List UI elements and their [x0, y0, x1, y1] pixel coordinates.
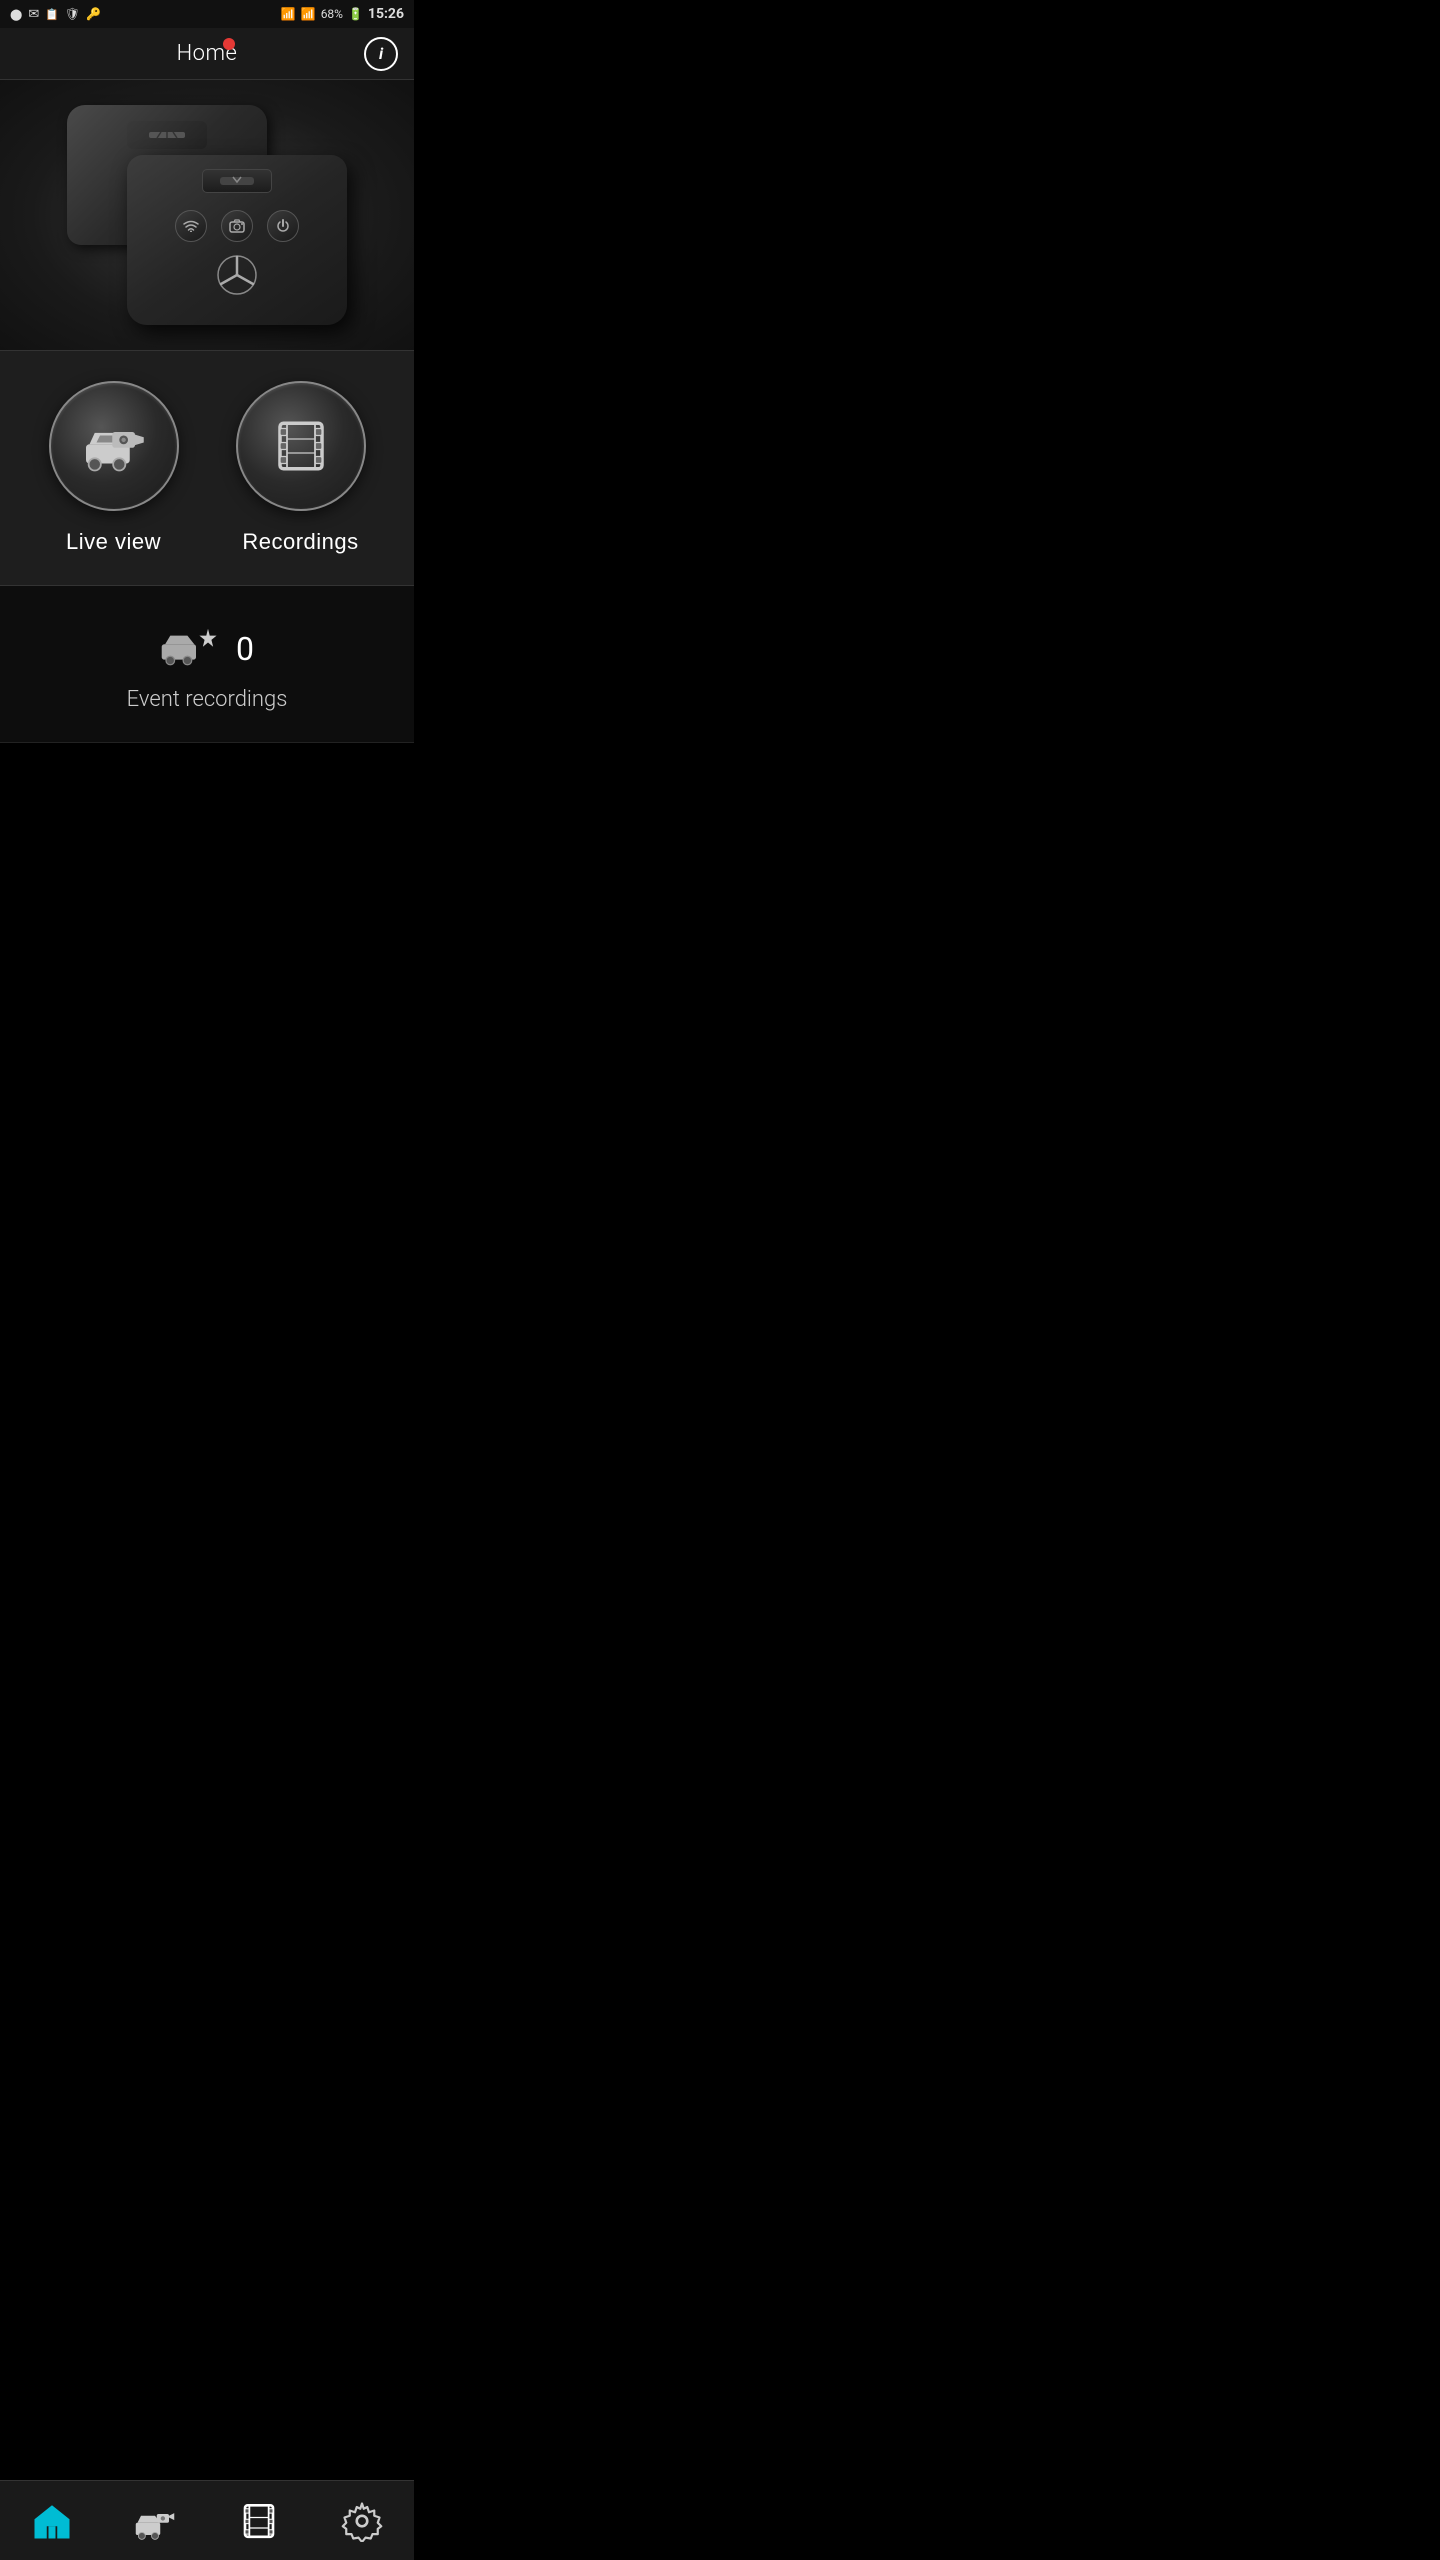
recordings-circle — [236, 381, 366, 511]
status-right-icons: 📶 📶 68% 🔋 15:26 — [281, 6, 404, 22]
settings-icon — [341, 2500, 383, 2542]
collision-icon — [160, 626, 220, 671]
power-button — [267, 210, 299, 242]
device-back-button — [127, 121, 207, 149]
recording-indicator — [223, 38, 235, 50]
info-button[interactable]: i — [364, 37, 398, 71]
event-row: 0 — [160, 626, 254, 671]
header: Home i — [0, 28, 414, 80]
nav-home-button[interactable] — [0, 2481, 104, 2560]
status-left-icons: ⬤ ✉ 📋 🛡 🔑 — [10, 7, 101, 22]
nav-settings-button[interactable] — [311, 2481, 415, 2560]
live-view-circle — [49, 381, 179, 511]
battery-icon: 🔋 — [348, 7, 363, 21]
wifi-button — [175, 210, 207, 242]
key-icon: 🔑 — [86, 7, 101, 21]
camera-button — [221, 210, 253, 242]
wifi-icon: 📶 — [281, 7, 296, 21]
main-buttons-section: Live view Recordin — [0, 350, 414, 586]
mercedes-star-front — [216, 254, 258, 303]
live-view-button[interactable]: Live view — [49, 381, 179, 555]
dot-icon-1: ⬤ — [10, 8, 22, 21]
clock: 15:26 — [368, 6, 404, 22]
home-icon — [31, 2500, 73, 2542]
gmail-icon: ✉ — [28, 7, 39, 22]
nav-camera-button[interactable] — [104, 2481, 208, 2560]
device-front-top-button — [202, 169, 272, 193]
nav-recordings-button[interactable] — [207, 2481, 311, 2560]
email-icon: 📋 — [45, 8, 59, 21]
recordings-icon — [266, 411, 336, 481]
nav-recordings-icon — [238, 2500, 280, 2542]
live-view-icon — [79, 411, 149, 481]
event-recordings-label: Event recordings — [127, 687, 288, 712]
event-count: 0 — [236, 630, 254, 668]
recordings-label: Recordings — [242, 529, 358, 555]
device-front — [127, 155, 347, 325]
signal-icon: 📶 — [301, 7, 316, 21]
status-bar: ⬤ ✉ 📋 🛡 🔑 📶 📶 68% 🔋 15:26 — [0, 0, 414, 28]
battery-percent: 68% — [321, 7, 343, 21]
device-image-section — [0, 80, 414, 350]
nav-camera-icon — [134, 2500, 176, 2542]
event-section: 0 Event recordings — [0, 586, 414, 743]
live-view-label: Live view — [66, 529, 161, 555]
bottom-nav — [0, 2480, 414, 2560]
device-container — [47, 95, 367, 335]
recordings-button[interactable]: Recordings — [236, 381, 366, 555]
device-front-buttons — [175, 210, 299, 242]
shield-icon: 🛡 — [65, 7, 80, 21]
